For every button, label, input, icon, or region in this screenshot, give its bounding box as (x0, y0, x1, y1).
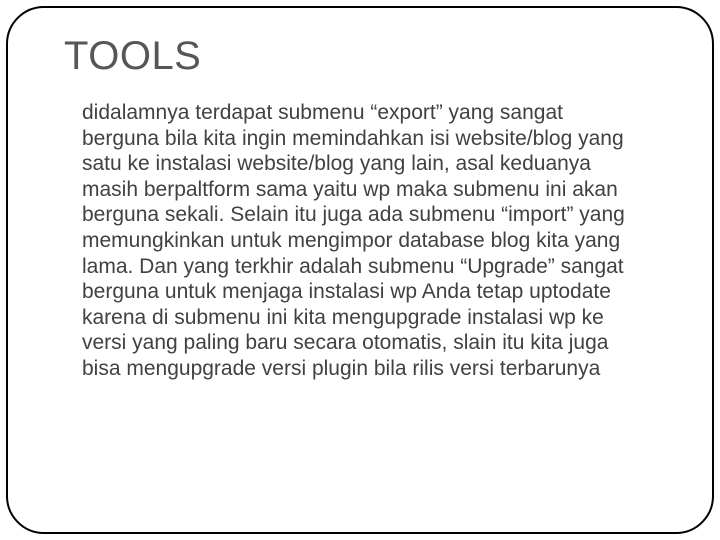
body-text: didalamnya terdapat submenu “export” yan… (82, 100, 642, 382)
slide-title: TOOLS (64, 34, 201, 79)
slide-frame: TOOLS didalamnya terdapat submenu “expor… (6, 6, 714, 534)
slide-body: didalamnya terdapat submenu “export” yan… (82, 100, 642, 382)
